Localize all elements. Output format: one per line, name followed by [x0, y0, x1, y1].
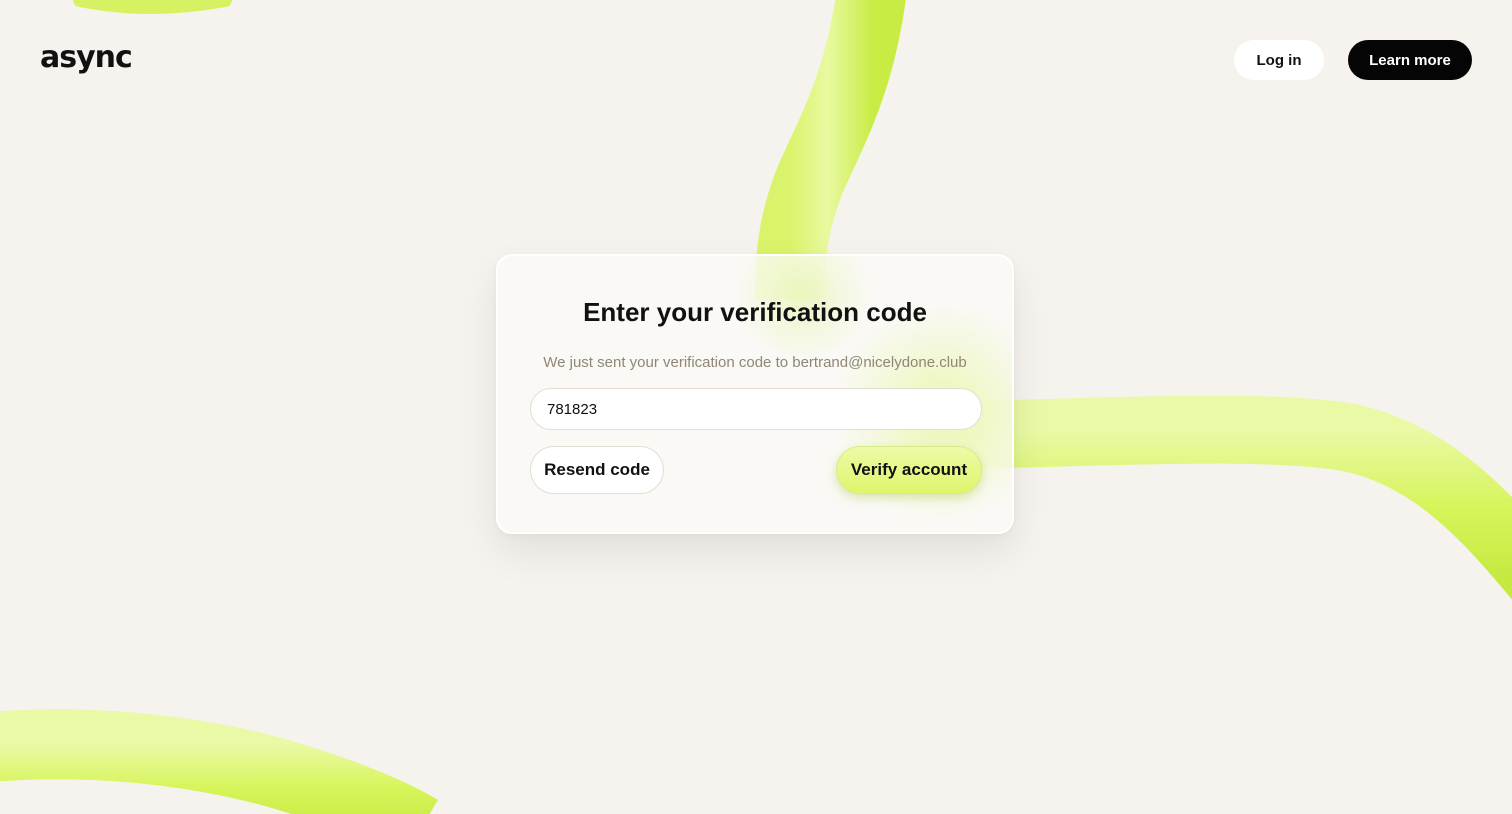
header-actions: Log in Learn more: [1234, 40, 1472, 80]
log-in-button[interactable]: Log in: [1234, 40, 1324, 80]
verification-title: Enter your verification code: [583, 297, 927, 327]
resend-code-button[interactable]: Resend code: [530, 446, 664, 494]
verification-subtitle: We just sent your verification code to b…: [543, 354, 967, 371]
learn-more-button[interactable]: Learn more: [1348, 40, 1472, 80]
verification-code-input[interactable]: [530, 388, 982, 430]
verify-account-button[interactable]: Verify account: [836, 446, 982, 494]
verification-card: Enter your verification code We just sen…: [496, 254, 1014, 534]
async-logo[interactable]: async: [40, 40, 133, 76]
